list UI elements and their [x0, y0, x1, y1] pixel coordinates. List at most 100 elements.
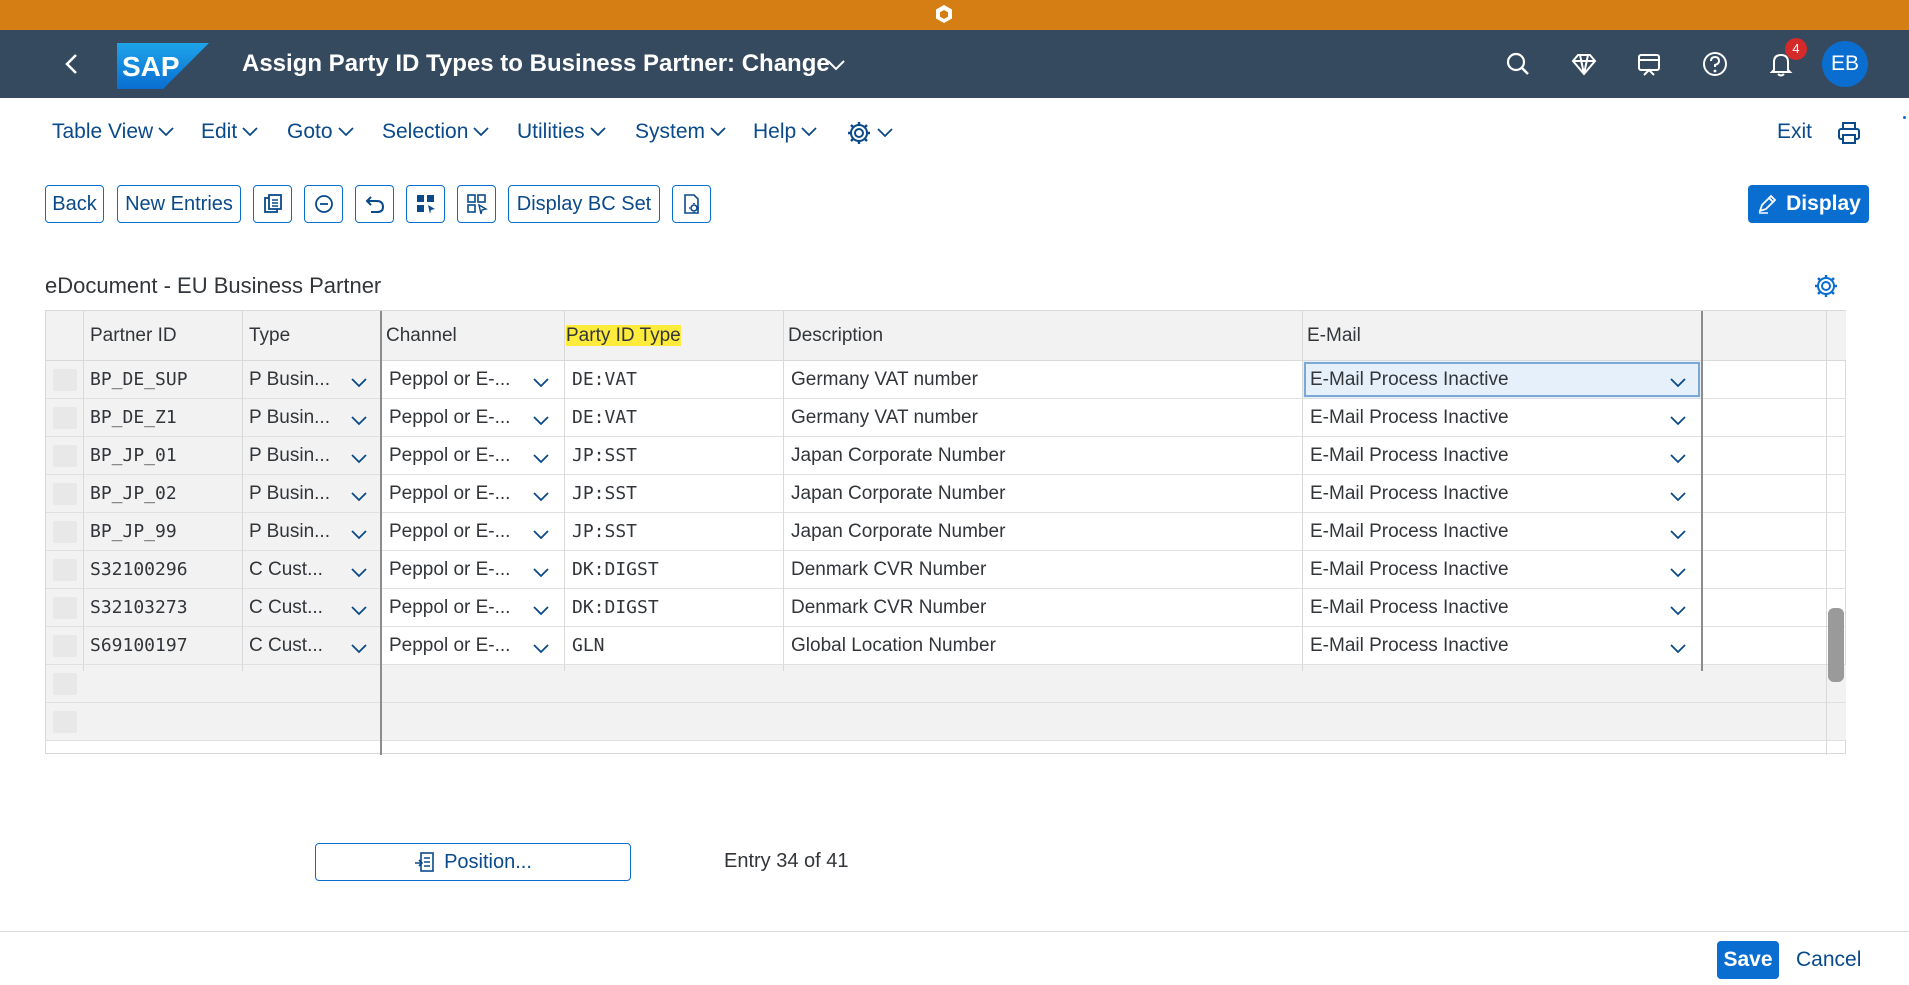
chevron-down-icon[interactable]	[1667, 407, 1689, 429]
column-header-channel[interactable]: Channel	[379, 311, 559, 361]
cell-channel[interactable]: Peppol or E-...	[382, 627, 564, 664]
row-selector[interactable]	[46, 627, 88, 664]
row-selector[interactable]	[46, 551, 88, 588]
title-chevron-down-icon[interactable]	[826, 58, 846, 72]
new-entries-button[interactable]: New Entries	[117, 185, 241, 223]
table-settings-gear-icon[interactable]	[1813, 273, 1839, 299]
row-selector[interactable]	[46, 361, 88, 398]
print-icon[interactable]	[1836, 120, 1862, 146]
table-row[interactable]: S69100197 C Cust... Peppol or E-... GLN Glob…	[46, 627, 1846, 665]
cell-email[interactable]: E-Mail Process Inactive	[1303, 437, 1701, 474]
deselect-all-button[interactable]	[457, 185, 496, 223]
chevron-down-icon[interactable]	[348, 559, 370, 581]
menu-edit[interactable]: Edit	[201, 120, 259, 144]
column-header-description[interactable]: Description	[781, 311, 1299, 361]
vertical-scrollbar-thumb[interactable]	[1828, 608, 1844, 682]
cell-email[interactable]: E-Mail Process Inactive	[1303, 627, 1701, 664]
cell-channel[interactable]: Peppol or E-...	[382, 589, 564, 626]
column-header-type[interactable]: Type	[242, 311, 376, 361]
cell-channel[interactable]: Peppol or E-...	[382, 437, 564, 474]
chevron-down-icon[interactable]	[348, 369, 370, 391]
row-selector[interactable]	[46, 665, 88, 702]
cell-party-id-type[interactable]: JP:SST	[565, 475, 783, 512]
chevron-down-icon[interactable]	[530, 369, 552, 391]
row-selector[interactable]	[46, 703, 88, 740]
chevron-down-icon[interactable]	[1667, 559, 1689, 581]
table-row[interactable]: BP_JP_02 P Busin... Peppol or E-... JP:SST J…	[46, 475, 1846, 513]
chevron-down-icon[interactable]	[530, 483, 552, 505]
menu-goto[interactable]: Goto	[287, 120, 355, 144]
chevron-down-icon[interactable]	[348, 521, 370, 543]
chevron-down-icon[interactable]	[348, 635, 370, 657]
row-select-box[interactable]	[53, 711, 77, 733]
cell-channel[interactable]: Peppol or E-...	[382, 361, 564, 398]
column-header-partner-id[interactable]: Partner ID	[83, 311, 239, 361]
menu-system[interactable]: System	[635, 120, 727, 144]
cell-email[interactable]: E-Mail Process Inactive	[1303, 361, 1701, 398]
chevron-down-icon[interactable]	[530, 559, 552, 581]
page-title[interactable]: Assign Party ID Types to Business Partne…	[242, 50, 830, 78]
cell-type[interactable]: P Busin...	[242, 399, 380, 436]
table-row[interactable]: BP_DE_SUP P Busin... Peppol or E-... DE:VAT…	[46, 361, 1846, 399]
display-button[interactable]: Display	[1748, 185, 1869, 223]
back-button[interactable]: Back	[45, 185, 104, 223]
empty-table-row[interactable]	[46, 703, 1846, 741]
row-select-box[interactable]	[53, 407, 77, 429]
cancel-button[interactable]: Cancel	[1796, 948, 1861, 972]
apps-icon[interactable]	[1632, 47, 1666, 81]
save-button[interactable]: Save	[1717, 941, 1779, 979]
menu-settings[interactable]	[846, 120, 894, 146]
menu-help[interactable]: Help	[753, 120, 818, 144]
menu-utilities[interactable]: Utilities	[517, 120, 607, 144]
help-icon[interactable]	[1698, 47, 1732, 81]
row-selector[interactable]	[46, 589, 88, 626]
cell-party-id-type[interactable]: JP:SST	[565, 437, 783, 474]
select-all-button[interactable]	[406, 185, 445, 223]
chevron-down-icon[interactable]	[1667, 635, 1689, 657]
column-header-party-id-type[interactable]: Party ID Type	[559, 311, 779, 361]
cell-type[interactable]: P Busin...	[242, 475, 380, 512]
chevron-down-icon[interactable]	[348, 597, 370, 619]
row-selector[interactable]	[46, 513, 88, 550]
cell-party-id-type[interactable]: GLN	[565, 627, 783, 664]
chevron-down-icon[interactable]	[348, 483, 370, 505]
cell-party-id-type[interactable]: DK:DIGST	[565, 551, 783, 588]
cell-type[interactable]: C Cust...	[242, 627, 380, 664]
position-button[interactable]: Position...	[315, 843, 631, 881]
row-select-box[interactable]	[53, 369, 77, 391]
chevron-down-icon[interactable]	[530, 521, 552, 543]
row-select-box[interactable]	[53, 597, 77, 619]
chevron-down-icon[interactable]	[1667, 445, 1689, 467]
menu-selection[interactable]: Selection	[382, 120, 490, 144]
cell-channel[interactable]: Peppol or E-...	[382, 551, 564, 588]
exit-link[interactable]: Exit	[1777, 120, 1812, 144]
undo-button[interactable]	[355, 185, 394, 223]
row-select-box[interactable]	[53, 445, 77, 467]
cell-email[interactable]: E-Mail Process Inactive	[1303, 589, 1701, 626]
cell-email[interactable]: E-Mail Process Inactive	[1303, 551, 1701, 588]
avatar[interactable]: EB	[1822, 41, 1868, 87]
chevron-down-icon[interactable]	[530, 445, 552, 467]
cell-party-id-type[interactable]: DE:VAT	[565, 361, 783, 398]
chevron-down-icon[interactable]	[530, 635, 552, 657]
row-selector[interactable]	[46, 399, 88, 436]
chevron-down-icon[interactable]	[348, 407, 370, 429]
cell-type[interactable]: C Cust...	[242, 589, 380, 626]
cell-type[interactable]: P Busin...	[242, 513, 380, 550]
chevron-down-icon[interactable]	[530, 407, 552, 429]
cell-party-id-type[interactable]: JP:SST	[565, 513, 783, 550]
row-selector[interactable]	[46, 437, 88, 474]
cell-email[interactable]: E-Mail Process Inactive	[1303, 513, 1701, 550]
row-select-box[interactable]	[53, 635, 77, 657]
chevron-down-icon[interactable]	[348, 445, 370, 467]
table-row[interactable]: BP_DE_Z1 P Busin... Peppol or E-... DE:VAT G…	[46, 399, 1846, 437]
row-select-box[interactable]	[53, 673, 77, 695]
table-row[interactable]: S32103273 C Cust... Peppol or E-... DK:DIGS…	[46, 589, 1846, 627]
cell-channel[interactable]: Peppol or E-...	[382, 475, 564, 512]
table-row[interactable]: BP_JP_99 P Busin... Peppol or E-... JP:SST J…	[46, 513, 1846, 551]
back-arrow-icon[interactable]	[58, 50, 86, 78]
row-select-box[interactable]	[53, 483, 77, 505]
copy-as-button[interactable]	[253, 185, 292, 223]
diamond-icon[interactable]	[1567, 47, 1601, 81]
row-selector[interactable]	[46, 475, 88, 512]
